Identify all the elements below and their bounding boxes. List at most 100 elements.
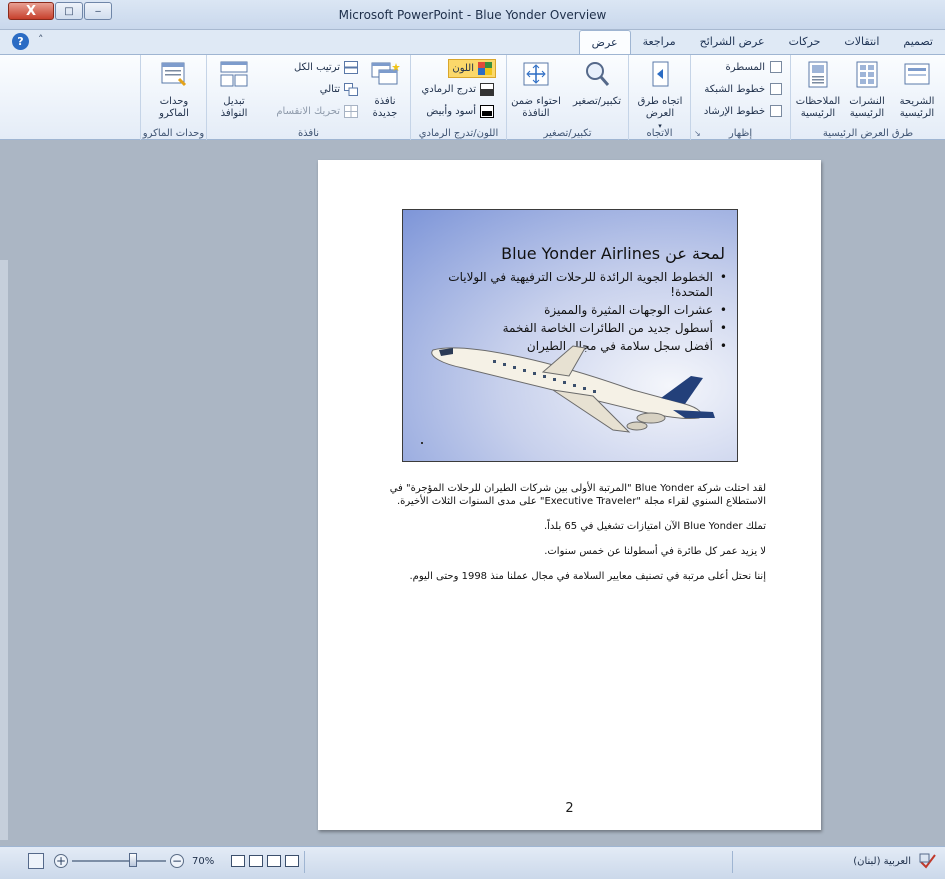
switch-windows-button[interactable]: تبديل النوافذ [209, 59, 259, 120]
reading-view-icon[interactable] [249, 855, 263, 867]
speaker-notes[interactable]: لقد احتلت شركة Blue Yonder "المرتبة الأو… [382, 482, 766, 595]
fit-slide-to-window-button[interactable] [28, 853, 44, 869]
master-views-group-label: طرق العرض الرئيسية [822, 128, 914, 139]
zoom-label: تكبير/تصغير [572, 96, 622, 107]
slide-bullet: عشرات الوجهات المثيرة والمميزة [427, 303, 727, 318]
airplane-image [431, 345, 715, 433]
status-divider [732, 851, 733, 873]
zoom-percent[interactable]: 70% [192, 856, 214, 867]
ribbon: الشريحة الرئيسية النشرات الرئيسية الملاح… [0, 54, 945, 140]
status-divider [304, 851, 305, 873]
ribbon-tabs-row: ? ˄ تصميم انتقالات حركات عرض الشرائح مرا… [0, 30, 945, 55]
macros-group-label: وحدات الماكرو [142, 128, 205, 139]
notes-paragraph: لقد احتلت شركة Blue Yonder "المرتبة الأو… [389, 483, 766, 507]
slide-sorter-view-icon[interactable] [267, 855, 281, 867]
magnifier-icon [586, 62, 610, 86]
tab-view[interactable]: عرض [578, 30, 631, 55]
fit-to-window-button[interactable]: احتواء ضمن النافذة [507, 59, 565, 120]
guides-checkbox[interactable]: خطوط الإرشاد [704, 105, 782, 117]
title-bar: X □ ‒ Microsoft PowerPoint - Blue Yonder… [0, 0, 945, 30]
color-group-label: اللون/تدرج الرمادي [418, 128, 499, 139]
ruler-checkbox[interactable]: المسطرة [725, 61, 782, 73]
status-bar: العربية (لبنان) + − 70% [0, 846, 945, 879]
notes-page: لمحة عن Blue Yonder Airlines الخطوط الجو… [318, 160, 821, 830]
handout-master-button[interactable]: النشرات الرئيسية [843, 59, 891, 120]
tab-animations[interactable]: حركات [777, 30, 833, 54]
grayscale-label: تدرج الرمادي [421, 84, 476, 95]
arrange-all-button[interactable]: ترتيب الكل [294, 61, 358, 74]
slide-thumbnail[interactable]: لمحة عن Blue Yonder Airlines الخطوط الجو… [402, 209, 738, 462]
tab-slide-show[interactable]: عرض الشرائح [688, 30, 777, 54]
slide-master-button[interactable]: الشريحة الرئيسية [891, 59, 943, 120]
ruler-label: المسطرة [725, 61, 766, 73]
view-direction-button[interactable]: اتجاه طرق العرض ▾ [631, 59, 689, 132]
zoom-slider-thumb[interactable] [129, 853, 137, 867]
slide-title: لمحة عن Blue Yonder Airlines [501, 244, 725, 263]
slide-show-view-icon[interactable] [231, 855, 245, 867]
notes-master-button[interactable]: الملاحظات الرئيسية [793, 59, 843, 120]
slide-master-label: الشريحة الرئيسية [899, 96, 935, 119]
new-window-label: نافذة جديدة [372, 96, 398, 119]
notes-master-label: الملاحظات الرئيسية [795, 96, 841, 119]
macros-button[interactable]: وحدات الماكرو [147, 59, 201, 120]
fit-to-window-label: احتواء ضمن النافذة [511, 96, 561, 119]
move-split-label: تحريك الانقسام [276, 106, 340, 117]
gridlines-checkbox-box[interactable] [770, 83, 782, 95]
black-white-label: أسود وأبيض [426, 106, 476, 117]
switch-windows-icon [220, 61, 248, 87]
zoom-in-button[interactable]: + [54, 854, 68, 868]
cascade-button[interactable]: تتالي [320, 83, 358, 96]
grayscale-button[interactable]: تدرج الرمادي [421, 83, 494, 96]
ribbon-tabs: تصميم انتقالات حركات عرض الشرائح مراجعة … [578, 30, 945, 55]
notes-paragraph: لا يزيد عمر كل طائرة في أسطولنا عن خمس س… [544, 546, 766, 557]
move-split-icon [344, 105, 358, 118]
new-window-icon [371, 62, 400, 85]
handout-master-label: النشرات الرئيسية [849, 96, 885, 119]
color-group: اللون تدرج الرمادي أسود وأبيض اللون/تدرج… [410, 55, 506, 140]
zoom-slider-track[interactable] [72, 860, 166, 862]
black-white-button[interactable]: أسود وأبيض [426, 105, 494, 118]
help-icon[interactable]: ? [12, 33, 29, 50]
zoom-button[interactable]: تكبير/تصغير [567, 59, 627, 108]
zoom-out-button[interactable]: − [170, 854, 184, 868]
show-group-label: إظهار [728, 128, 753, 139]
fit-to-window-icon [523, 62, 549, 86]
gridlines-checkbox[interactable]: خطوط الشبكة [704, 83, 782, 95]
view-direction-icon [652, 61, 669, 87]
window-group-label: نافذة [297, 128, 320, 139]
show-group: المسطرة خطوط الشبكة خطوط الإرشاد إظهار ↘ [690, 55, 790, 140]
new-window-button[interactable]: نافذة جديدة [361, 59, 409, 120]
normal-view-icon[interactable] [285, 855, 299, 867]
spell-check-icon[interactable] [919, 853, 937, 869]
cascade-label: تتالي [319, 84, 340, 95]
left-scrollbar[interactable] [0, 260, 8, 840]
macros-label: وحدات الماكرو [159, 96, 189, 119]
zoom-group-label: تكبير/تصغير [543, 128, 592, 139]
direction-group: اتجاه طرق العرض ▾ الاتجاه [628, 55, 690, 140]
tab-transitions[interactable]: انتقالات [832, 30, 891, 54]
slide-dot [421, 442, 423, 444]
tab-design[interactable]: تصميم [891, 30, 945, 54]
notes-paragraph: تملك Blue Yonder الآن امتيازات تشغيل في … [543, 521, 766, 532]
macros-icon [161, 62, 187, 87]
guides-checkbox-box[interactable] [770, 105, 782, 117]
slide-bullet: أسطول جديد من الطائرات الخاصة الفخمة [427, 321, 727, 336]
language-indicator[interactable]: العربية (لبنان) [853, 856, 911, 867]
master-views-group: الشريحة الرئيسية النشرات الرئيسية الملاح… [790, 55, 945, 140]
tab-review[interactable]: مراجعة [631, 30, 688, 54]
ruler-checkbox-box[interactable] [770, 61, 782, 73]
page-number: 2 [565, 801, 574, 816]
color-button[interactable]: اللون [448, 59, 496, 78]
move-split-button[interactable]: تحريك الانقسام [276, 105, 358, 118]
arrange-all-label: ترتيب الكل [293, 62, 340, 73]
minimize-ribbon-icon[interactable]: ˄ [38, 33, 44, 46]
cascade-icon [344, 83, 358, 96]
color-palette-icon [478, 62, 492, 75]
color-label: اللون [452, 63, 474, 74]
switch-windows-label: تبديل النوافذ [220, 96, 248, 119]
direction-group-label: الاتجاه [646, 128, 673, 139]
show-dialog-launcher-icon[interactable]: ↘ [694, 129, 701, 138]
grayscale-icon [480, 83, 494, 96]
notes-master-icon [808, 61, 828, 88]
view-direction-label: اتجاه طرق العرض [637, 96, 683, 119]
